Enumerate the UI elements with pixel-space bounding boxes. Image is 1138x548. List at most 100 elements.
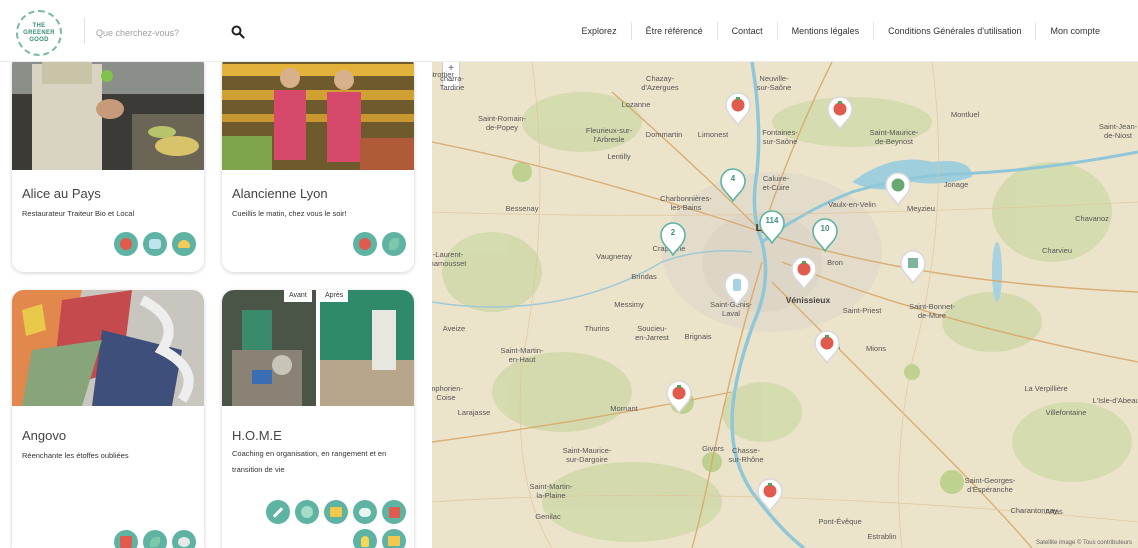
leaf-icon <box>143 530 167 548</box>
listing-card-alice-au-pays[interactable]: Alice au Pays Restaurateur Traiteur Bio … <box>12 62 204 272</box>
card-badges <box>353 232 406 256</box>
map-place-label: Thurins <box>584 324 610 333</box>
tomato-marker[interactable] <box>724 92 752 127</box>
map-place-label: Vaugneray <box>596 252 632 261</box>
map-place-label: Saint-Bonnet-de-Mure <box>909 302 955 320</box>
map-place-label: Mornant <box>610 404 638 413</box>
card-subtitle: Restaurateur Traiteur Bio et Local <box>22 209 135 218</box>
map-place-label: Lentilly <box>607 152 631 161</box>
top-header: THE GREENER GOOD Explorez Être référencé… <box>0 0 1138 62</box>
map-place-label: Fontaines-sur-Saône <box>762 128 798 146</box>
map-place-label: Chavanoz <box>1075 214 1109 223</box>
cluster-count: 4 <box>730 174 736 183</box>
tomato-marker[interactable] <box>665 380 693 415</box>
map-place-label: Jonage <box>943 180 969 189</box>
blocks-icon <box>324 500 348 524</box>
water-icon <box>143 232 167 256</box>
card-photo <box>12 290 204 406</box>
map-place-label: Aveize <box>442 324 466 333</box>
nav-contact[interactable]: Contact <box>716 22 777 40</box>
tomato-marker[interactable] <box>813 330 841 365</box>
logo-line-2: GREENER <box>23 29 55 36</box>
card-title[interactable]: H.O.M.E <box>232 428 282 443</box>
map-place-label: Montluel <box>950 110 980 119</box>
map-place-label: Pont-Évêque <box>818 517 862 526</box>
card-subtitle: Réenchante les étoffes oubliées <box>22 451 129 460</box>
tomato-marker[interactable] <box>790 256 818 291</box>
map-place-label: L'Isle-d'Abeau <box>1092 396 1138 405</box>
map-place-label: Saint-Romain-de-Popey <box>478 114 526 132</box>
map-place-label: Saint-Martin-en-Haut <box>500 346 544 364</box>
card-photo: Avant Après <box>222 290 414 406</box>
cluster-marker[interactable]: 4 <box>719 168 747 203</box>
tag-before: Avant <box>284 290 312 302</box>
map-place-label: Saint-Martin-la-Plaine <box>529 482 573 500</box>
card-badges <box>114 530 196 548</box>
chat-icon <box>353 500 377 524</box>
leaf-marker[interactable] <box>884 172 912 207</box>
map-place-label: mphorien- Coise <box>432 384 463 402</box>
map-place-label: Bron <box>827 258 843 267</box>
globe-icon <box>295 500 319 524</box>
map-place-label: Soucieu-en-Jarrest <box>635 324 669 342</box>
map-place-label: Vaulx-en-Velin <box>828 200 876 209</box>
bottle-marker[interactable] <box>723 272 751 307</box>
map-place-label: La Verpillière <box>1024 384 1068 393</box>
card-title[interactable]: Angovo <box>22 428 66 443</box>
map-view[interactable]: + − charra- Tardine Chazay-d'Azergues Neuvi… <box>432 62 1138 548</box>
cluster-count: 2 <box>670 228 676 237</box>
cluster-marker[interactable]: 10 <box>811 218 839 253</box>
map-place-label: Villefontaine <box>1045 408 1087 417</box>
map-place-label: -Laurent-hamousset <box>432 250 467 268</box>
map-place-label: Saint-Georges-d'Espéranche <box>964 476 1016 494</box>
map-place-label: Lozanne <box>621 100 651 109</box>
recycle-icon <box>172 530 196 548</box>
building-marker[interactable] <box>899 250 927 285</box>
card-subtitle: Cueillis le matin, chez vous le soir! <box>232 209 347 218</box>
nav-cgu[interactable]: Conditions Générales d'utilisation <box>873 22 1035 40</box>
listing-card-angovo[interactable]: Angovo Réenchante les étoffes oubliées <box>12 290 204 548</box>
map-place-label: Caluire-et-Cuire <box>762 174 790 192</box>
map-place-label: Mions <box>865 344 887 353</box>
map-place-label: Saint-Maurice-sur-Dargoire <box>562 446 612 464</box>
search-icon[interactable] <box>231 25 245 39</box>
nav-etre-reference[interactable]: Être référencé <box>630 22 717 40</box>
card-title[interactable]: Alancienne Lyon <box>232 186 328 201</box>
map-place-label: Charvieu <box>1041 246 1073 255</box>
lightbulb-icon <box>353 529 377 548</box>
logo-text: THE GREENER GOOD <box>23 23 55 44</box>
tools-icon <box>266 500 290 524</box>
search-divider <box>84 18 85 44</box>
map-attribution[interactable]: Satellite image © Tous contributeurs <box>1036 540 1132 546</box>
nav-mon-compte[interactable]: Mon compte <box>1035 22 1114 40</box>
search-input[interactable] <box>96 24 222 42</box>
map-place-label: Chazay-d'Azergues <box>641 74 679 92</box>
leaf-icon <box>382 232 406 256</box>
map-place-label: Bessenay <box>505 204 539 213</box>
cluster-marker[interactable]: 2 <box>659 222 687 257</box>
map-place-label: Chasse-sur-Rhône <box>728 446 764 464</box>
card-badges <box>114 232 196 256</box>
map-place-label: Saint-Jean-de-Niost <box>1098 122 1138 140</box>
card-subtitle: Coaching en organisation, en rangement e… <box>232 449 387 474</box>
tomato-marker[interactable] <box>826 96 854 131</box>
nav-explorez[interactable]: Explorez <box>568 22 631 40</box>
greener-good-logo[interactable]: THE GREENER GOOD <box>16 10 62 56</box>
listing-card-home[interactable]: Avant Après H.O.M.E Coaching en organisa… <box>222 290 414 548</box>
hand-icon <box>172 232 196 256</box>
map-place-label: Dommartin <box>645 130 683 139</box>
map-place-label: Messimy <box>614 300 644 309</box>
card-title[interactable]: Alice au Pays <box>22 186 101 201</box>
nav-mentions-legales[interactable]: Mentions légales <box>776 22 874 40</box>
listing-panel: Alice au Pays Restaurateur Traiteur Bio … <box>0 62 432 548</box>
map-place-label: Fleurieux-sur-l'Arbresle <box>585 126 633 144</box>
cluster-count: 114 <box>765 216 779 225</box>
logo-line-3: GOOD <box>29 36 49 43</box>
gift-icon <box>382 500 406 524</box>
map-place-label: Saint-Maurice-de-Beynost <box>869 128 919 146</box>
listing-card-alancienne-lyon[interactable]: Alancienne Lyon Cueillis le matin, chez … <box>222 62 414 272</box>
map-place-label: Brindas <box>631 272 657 281</box>
cluster-marker[interactable]: 114 <box>758 210 786 245</box>
tomato-marker[interactable] <box>756 478 784 513</box>
cluster-count: 10 <box>820 224 830 233</box>
